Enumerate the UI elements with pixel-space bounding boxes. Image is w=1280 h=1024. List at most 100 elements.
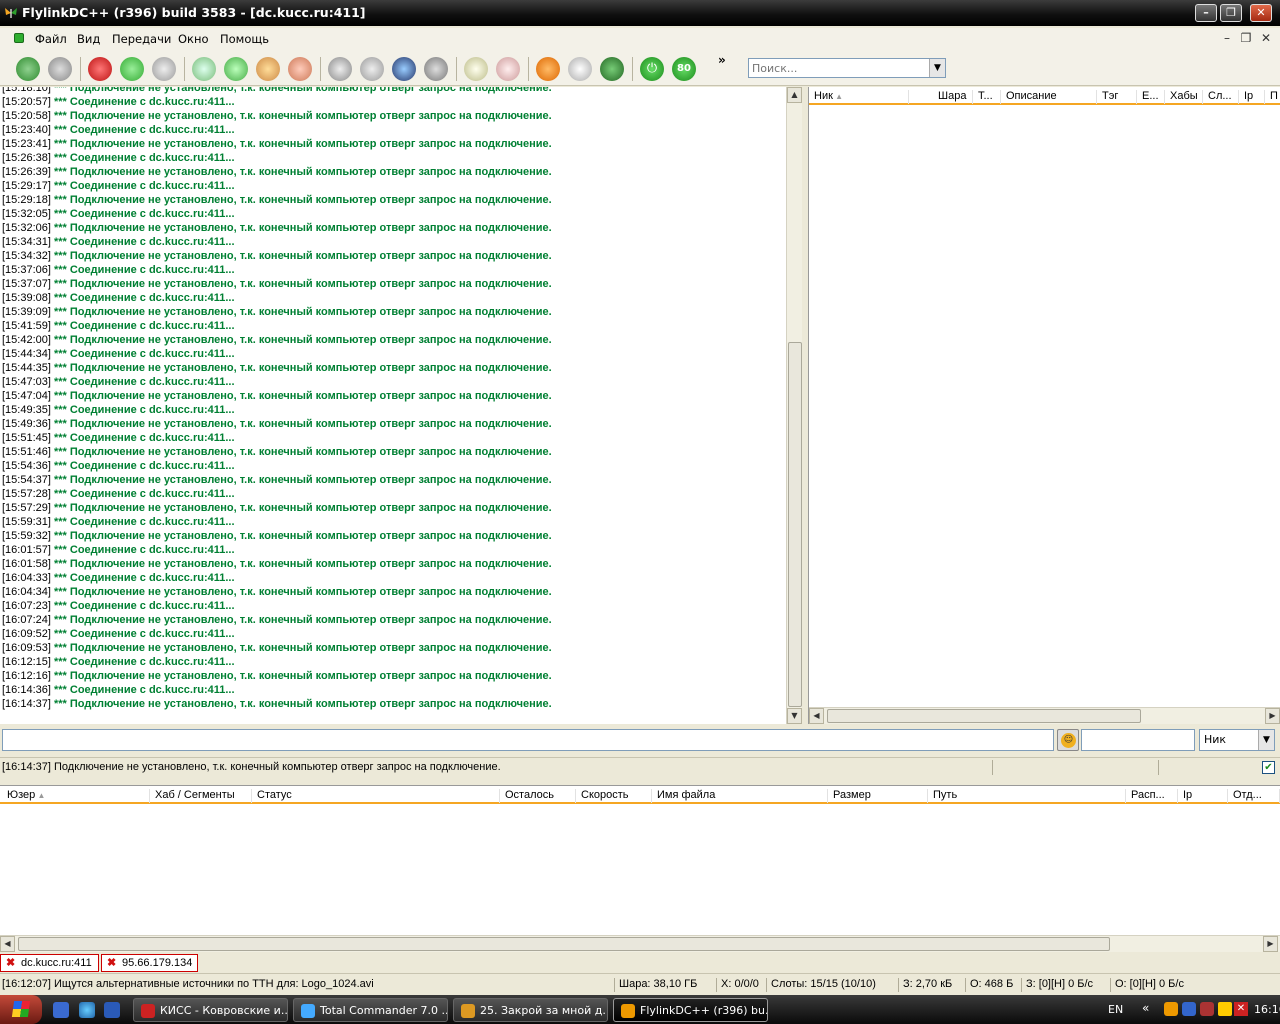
- tray-flylink-icon[interactable]: [1164, 1002, 1178, 1016]
- minimize-icon[interactable]: –: [1195, 4, 1217, 22]
- column-header[interactable]: E...: [1137, 90, 1165, 104]
- column-header[interactable]: Ник ▲: [809, 90, 909, 104]
- column-header[interactable]: Отд...: [1228, 789, 1280, 803]
- column-header[interactable]: Скорость: [576, 789, 652, 803]
- window-tabs: ✖ dc.kucc.ru:411 ✖ 95.66.179.134: [0, 954, 1280, 972]
- tray-network-icon[interactable]: [1182, 1002, 1196, 1016]
- search-spy-icon[interactable]: [392, 57, 416, 81]
- emoticons-button[interactable]: ☺: [1057, 729, 1079, 751]
- column-header[interactable]: Осталось: [500, 789, 576, 803]
- chat-timestamp: [15:54:36]: [2, 460, 51, 472]
- tray-warning-icon[interactable]: [1218, 1002, 1232, 1016]
- notepad-icon[interactable]: [464, 57, 488, 81]
- chat-scrollbar[interactable]: ▲ ▼: [786, 87, 802, 724]
- chat-message-input[interactable]: [2, 729, 1054, 751]
- task-total-commander[interactable]: Total Commander 7.0 ...: [293, 998, 448, 1022]
- chat-timestamp: [15:29:17]: [2, 180, 51, 192]
- settings-icon[interactable]: [536, 57, 560, 81]
- tray-close-icon[interactable]: ✕: [1234, 1002, 1248, 1016]
- transfer-list[interactable]: Юзер ▲ Хаб / Сегменты Статус Осталось Скорос…: [0, 785, 1280, 935]
- tab-hub-kucc[interactable]: ✖ dc.kucc.ru:411: [0, 954, 99, 972]
- upload-queue-icon[interactable]: [256, 57, 280, 81]
- user-filter-input[interactable]: [1081, 729, 1195, 751]
- mdi-restore-icon[interactable]: ❐: [1238, 31, 1254, 47]
- finished-uploads-icon[interactable]: [288, 57, 312, 81]
- scroll-thumb[interactable]: [827, 709, 1141, 723]
- column-header[interactable]: Хаб / Сегменты: [150, 789, 252, 803]
- scroll-down-icon[interactable]: ▼: [787, 708, 802, 724]
- follow-redirect-icon[interactable]: [48, 57, 72, 81]
- show-userlist-checkbox[interactable]: ✔: [1262, 761, 1275, 774]
- favorite-hubs-icon[interactable]: [88, 57, 112, 81]
- start-button[interactable]: [0, 995, 42, 1024]
- tray-app-icon[interactable]: [1200, 1002, 1214, 1016]
- system-log-icon[interactable]: [496, 57, 520, 81]
- chevron-down-icon[interactable]: ▼: [1258, 730, 1274, 750]
- filter-column-select[interactable]: Ник ▼: [1199, 729, 1275, 751]
- tab-hub-ip[interactable]: ✖ 95.66.179.134: [101, 954, 198, 972]
- save-icon[interactable]: [104, 1002, 120, 1018]
- column-header[interactable]: Описание: [1001, 90, 1097, 104]
- browser-icon[interactable]: [79, 1002, 95, 1018]
- column-header[interactable]: Путь: [928, 789, 1126, 803]
- chevron-down-icon[interactable]: ▼: [929, 59, 945, 77]
- scroll-right-icon[interactable]: ▶: [1263, 936, 1278, 952]
- scroll-thumb[interactable]: [788, 342, 802, 707]
- close-icon[interactable]: ✖: [107, 956, 116, 969]
- column-header[interactable]: Имя файла: [652, 789, 828, 803]
- column-header[interactable]: Размер: [828, 789, 928, 803]
- menu-view[interactable]: Вид: [77, 32, 100, 46]
- scroll-right-icon[interactable]: ▶: [1265, 708, 1280, 724]
- column-header[interactable]: Тэг: [1097, 90, 1137, 104]
- show-desktop-icon[interactable]: [53, 1002, 69, 1018]
- scroll-left-icon[interactable]: ◀: [0, 936, 15, 952]
- favorite-users-icon[interactable]: [120, 57, 144, 81]
- menu-transfers[interactable]: Передачи: [112, 32, 171, 46]
- column-header[interactable]: Расп...: [1126, 789, 1178, 803]
- column-header[interactable]: Сл...: [1203, 90, 1239, 104]
- maximize-icon[interactable]: ❐: [1220, 4, 1242, 22]
- finished-downloads-icon[interactable]: [224, 57, 248, 81]
- toolbar-overflow-icon[interactable]: »: [718, 53, 726, 67]
- search-input[interactable]: [749, 59, 925, 77]
- download-queue-icon[interactable]: [192, 57, 216, 81]
- search-box[interactable]: ▼: [748, 58, 946, 78]
- column-header[interactable]: Ip: [1178, 789, 1228, 803]
- power-icon[interactable]: ⏻: [640, 57, 664, 81]
- search-icon[interactable]: [328, 57, 352, 81]
- scroll-left-icon[interactable]: ◀: [809, 708, 824, 724]
- away-icon[interactable]: [600, 57, 624, 81]
- open-file-list-icon[interactable]: [424, 57, 448, 81]
- column-header[interactable]: Т...: [973, 90, 1001, 104]
- transfer-hscrollbar[interactable]: ◀ ▶: [0, 935, 1280, 952]
- column-header[interactable]: Статус: [252, 789, 500, 803]
- hash-progress-icon[interactable]: [568, 57, 592, 81]
- tray-expand-icon[interactable]: «: [1142, 1001, 1149, 1015]
- user-list[interactable]: Ник ▲ Шара Т... Описание Тэг E... Хабы Сл... Ip П…: [808, 87, 1280, 724]
- task-flylink[interactable]: FlylinkDC++ (r396) bu...: [613, 998, 768, 1022]
- chat-message: *** Соединение с dc.kucc.ru:411...: [54, 572, 235, 584]
- close-icon[interactable]: ✕: [1250, 4, 1272, 22]
- user-list-hscrollbar[interactable]: ◀ ▶: [809, 707, 1280, 724]
- language-indicator[interactable]: EN: [1108, 1003, 1123, 1016]
- task-kiss[interactable]: КИСС - Ковровские и...: [133, 998, 288, 1022]
- mdi-minimize-icon[interactable]: –: [1219, 31, 1235, 47]
- column-header[interactable]: Ip: [1239, 90, 1265, 104]
- adl-search-icon[interactable]: [360, 57, 384, 81]
- column-header[interactable]: П: [1265, 90, 1280, 104]
- task-media[interactable]: 25. Закрой за мной д...: [453, 998, 608, 1022]
- menu-window[interactable]: Окно: [178, 32, 209, 46]
- chat-log[interactable]: [15:18:10] *** Подключение не установлен…: [0, 87, 786, 724]
- close-icon[interactable]: ✖: [6, 956, 15, 969]
- menu-help[interactable]: Помощь: [220, 32, 269, 46]
- column-header[interactable]: Хабы: [1165, 90, 1203, 104]
- limiter-icon[interactable]: 80: [672, 57, 696, 81]
- mdi-close-icon[interactable]: ✕: [1258, 31, 1274, 47]
- scroll-up-icon[interactable]: ▲: [787, 87, 802, 103]
- menu-file[interactable]: Файл: [35, 32, 67, 46]
- column-header[interactable]: Юзер ▲: [2, 789, 150, 803]
- column-header[interactable]: Шара: [933, 90, 973, 104]
- reconnect-icon[interactable]: [16, 57, 40, 81]
- scroll-thumb[interactable]: [18, 937, 1110, 951]
- recent-hubs-icon[interactable]: [152, 57, 176, 81]
